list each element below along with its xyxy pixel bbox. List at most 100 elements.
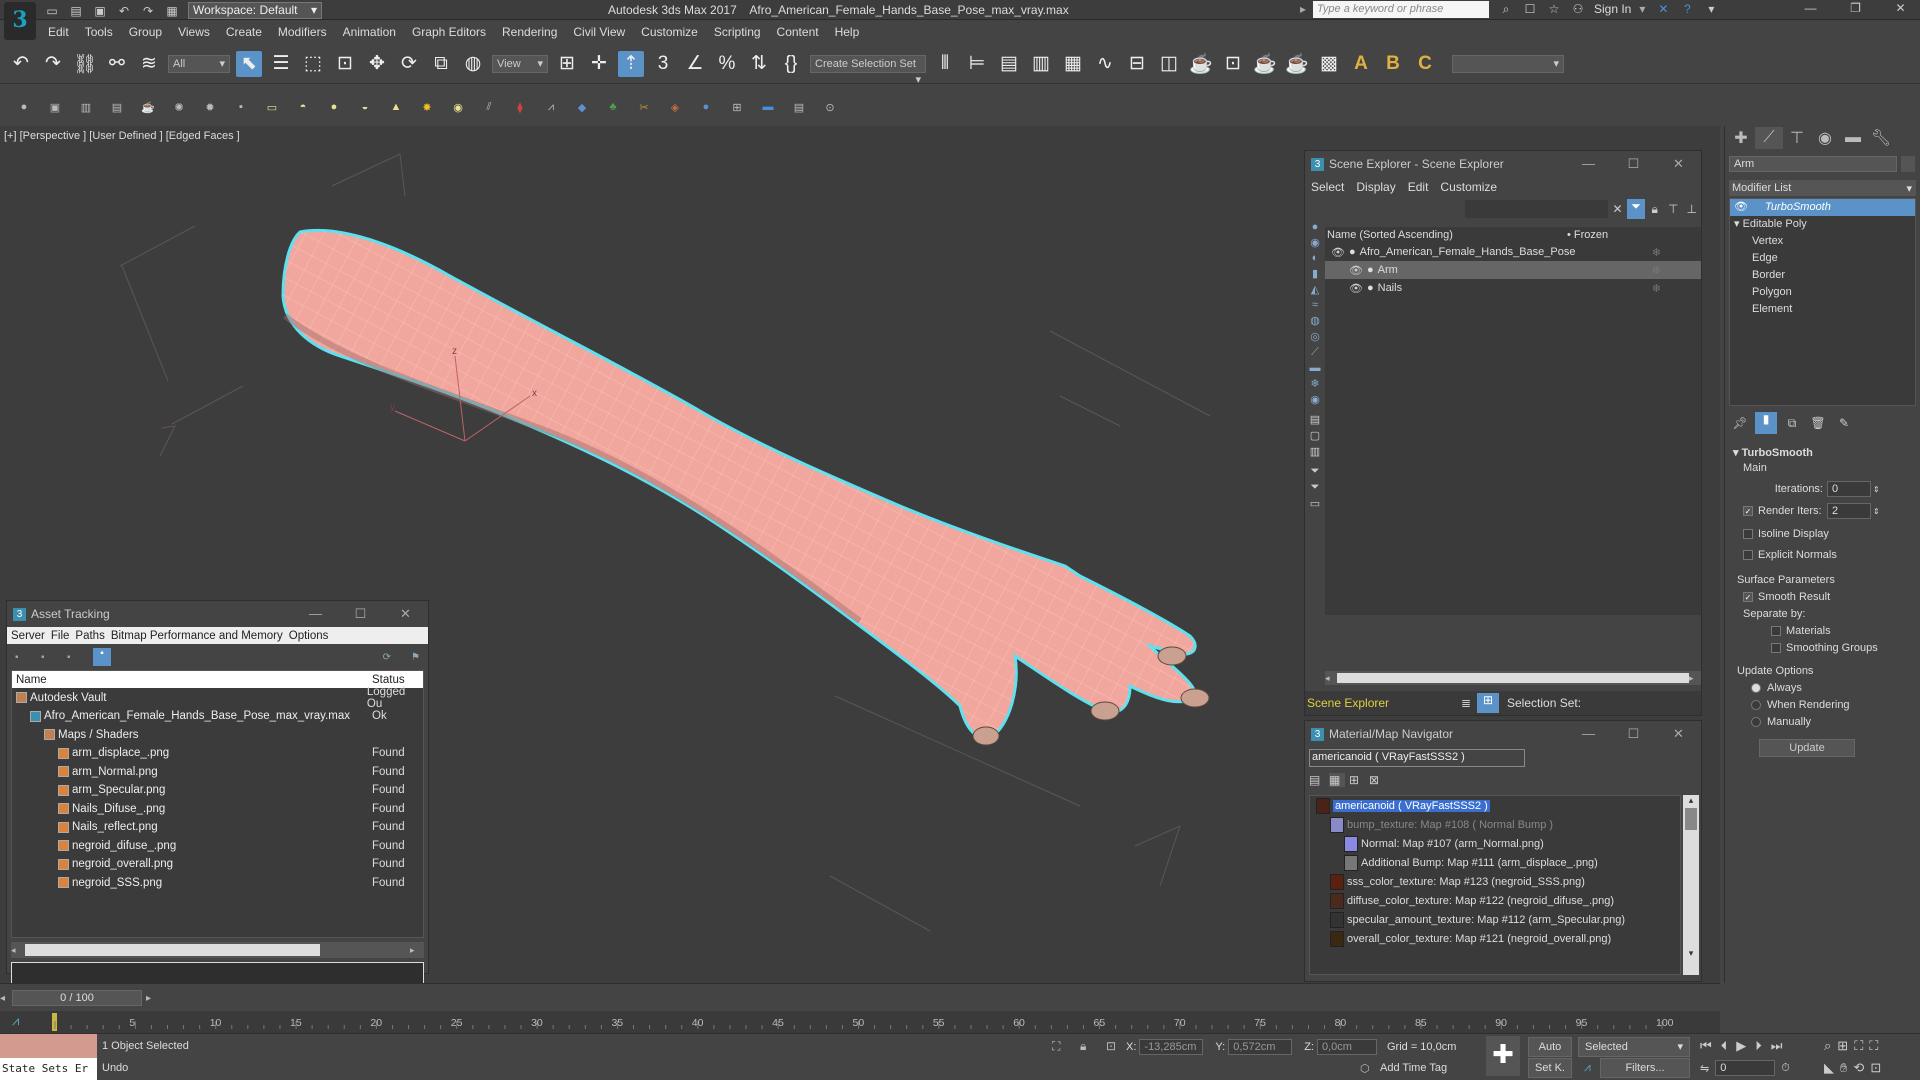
set-key-button[interactable]: Set K. bbox=[1528, 1058, 1572, 1078]
material-item[interactable]: specular_amount_texture: Map #112 (arm_S… bbox=[1310, 910, 1680, 929]
restore-icon[interactable]: ❐ bbox=[1833, 1, 1878, 15]
minimize-icon[interactable]: — bbox=[1566, 156, 1611, 172]
undo-icon[interactable]: ↶ bbox=[116, 4, 132, 18]
search-input[interactable]: Type a keyword or phrase bbox=[1313, 1, 1489, 18]
filter-frozen-icon[interactable]: ❄ bbox=[1310, 377, 1319, 390]
vray-fur-icon[interactable]: ⫽ bbox=[479, 97, 499, 117]
place-icon[interactable]: ◍ bbox=[460, 51, 486, 77]
vray-sun-light-icon[interactable]: ✸ bbox=[417, 97, 437, 117]
zoom-icon[interactable]: ⌕ bbox=[1824, 1038, 1831, 1054]
selection-set-icon[interactable]: ⊞ bbox=[1477, 693, 1499, 713]
angle-snap-icon[interactable]: ∠ bbox=[682, 51, 708, 77]
vray-proxy-icon[interactable]: ⧫ bbox=[510, 97, 530, 117]
pin-stack-icon[interactable]: 📌︎ bbox=[1729, 416, 1751, 430]
sign-in-link[interactable]: Sign In bbox=[1594, 2, 1631, 16]
hierarchy-tab-icon[interactable]: ⊤ bbox=[1783, 127, 1811, 149]
absolute-mode-icon[interactable]: ⊡ bbox=[1106, 1039, 1116, 1053]
spinner-arrows-icon[interactable]: ⇕ bbox=[1873, 485, 1880, 494]
vray-vfb-icon[interactable]: ▥ bbox=[76, 97, 96, 117]
set-key-icon[interactable]: ✚ bbox=[1486, 1036, 1520, 1076]
sort-icon[interactable]: ⊥ bbox=[1682, 202, 1701, 216]
vray-mesh-export-icon[interactable]: ◈ bbox=[665, 97, 685, 117]
time-slider-control[interactable]: ◂ 0 / 100 ▸ bbox=[0, 990, 158, 1006]
vray-help-icon[interactable]: ⊙ bbox=[820, 97, 840, 117]
y-coordinate-field[interactable]: 0,572cm bbox=[1228, 1039, 1293, 1055]
visibility-eye-icon[interactable]: 👁︎ bbox=[1349, 282, 1363, 295]
vray-sphere-light-icon[interactable]: ◓ bbox=[293, 97, 313, 117]
object-name-input[interactable]: Arm bbox=[1729, 156, 1897, 172]
menu-modifiers[interactable]: Modifiers bbox=[278, 25, 327, 39]
modifier-stack-item[interactable]: Border bbox=[1730, 267, 1915, 284]
rendered-frame-window-icon[interactable]: ⊡ bbox=[1220, 51, 1246, 77]
modify-tab-icon[interactable]: ⟋ bbox=[1755, 127, 1783, 149]
material-item[interactable]: sss_color_texture: Map #123 (negroid_SSS… bbox=[1310, 872, 1680, 891]
previous-frame-icon[interactable]: ⏴ bbox=[1721, 1038, 1728, 1054]
go-to-end-icon[interactable]: ⏭ bbox=[1771, 1038, 1783, 1054]
column-frozen[interactable]: • Frozen bbox=[1567, 229, 1608, 241]
smoothing-groups-checkbox[interactable] bbox=[1771, 643, 1781, 654]
material-navigator-titlebar[interactable]: 3 Material/Map Navigator — ☐ ✕ bbox=[1305, 721, 1701, 747]
zoom-extents-all-icon[interactable]: ⛶ bbox=[1869, 1038, 1878, 1054]
scroll-thumb[interactable] bbox=[1685, 808, 1697, 830]
time-config-icon[interactable]: ⏱ bbox=[1781, 1062, 1790, 1075]
menu-graph-editors[interactable]: Graph Editors bbox=[412, 25, 486, 39]
toggle-layer-explorer-icon[interactable]: ▥ bbox=[1028, 51, 1054, 77]
display-tab-icon[interactable]: ▬ bbox=[1839, 127, 1867, 149]
material-editor-icon[interactable]: ◫ bbox=[1156, 51, 1182, 77]
play-icon[interactable]: ▶ bbox=[1736, 1038, 1746, 1054]
align-icon[interactable]: ⊨ bbox=[964, 51, 990, 77]
text-a-icon[interactable]: A bbox=[1348, 51, 1374, 77]
vray-clipper-icon[interactable]: ✂ bbox=[634, 97, 654, 117]
menu-views[interactable]: Views bbox=[178, 25, 210, 39]
modifier-stack-item[interactable]: 👁︎ TurboSmooth bbox=[1730, 199, 1915, 216]
menu-file[interactable]: File bbox=[51, 630, 70, 642]
render-production-icon[interactable]: ☕ bbox=[1252, 51, 1278, 77]
asset-path-field[interactable] bbox=[11, 962, 424, 984]
render-setup-icon[interactable]: ☕ bbox=[1188, 51, 1214, 77]
vray-teapot-icon[interactable]: ☕ bbox=[138, 97, 158, 117]
vray-ambient-light-icon[interactable]: ◉ bbox=[448, 97, 468, 117]
text-b-icon[interactable]: B bbox=[1380, 51, 1406, 77]
spinner-arrows-icon[interactable]: ⇕ bbox=[1873, 507, 1880, 516]
viewport-label[interactable]: [+] [Perspective ] [User Defined ] [Edge… bbox=[4, 130, 240, 142]
rollout-title[interactable]: ▾ TurboSmooth bbox=[1733, 446, 1916, 462]
hierarchy-icon[interactable]: ⊤ bbox=[1664, 202, 1683, 216]
scroll-left-icon[interactable]: ◂ bbox=[1325, 673, 1337, 684]
key-filters-icon[interactable]: ⩘ bbox=[1584, 1060, 1591, 1075]
help-dropdown-icon[interactable]: ▾ bbox=[1703, 2, 1719, 16]
menu-arrow-icon[interactable]: ▸ bbox=[1300, 2, 1306, 16]
menu-options[interactable]: Options bbox=[289, 630, 329, 642]
maximize-icon[interactable]: ☐ bbox=[338, 606, 383, 622]
vray-lightmtl-icon[interactable]: ▪ bbox=[231, 97, 251, 117]
asset-row[interactable]: Afro_American_Female_Hands_Base_Pose_max… bbox=[12, 708, 423, 726]
auto-key-button[interactable]: Auto bbox=[1528, 1037, 1572, 1057]
asset-row[interactable]: negroid_difuse_.png Found bbox=[12, 837, 423, 856]
reference-coordinate-dropdown[interactable]: View ▾ bbox=[492, 54, 548, 73]
toggle-ribbon-icon[interactable]: ▦ bbox=[1060, 51, 1086, 77]
pivot-center-icon[interactable]: ⊞ bbox=[554, 51, 580, 77]
menu-paths[interactable]: Paths bbox=[75, 630, 104, 642]
render-iters-spinner[interactable]: 2 bbox=[1827, 503, 1871, 519]
vray-sun-icon[interactable]: ✺ bbox=[169, 97, 189, 117]
asset-row[interactable]: arm_Specular.png Found bbox=[12, 782, 423, 800]
minimize-icon[interactable]: — bbox=[1788, 1, 1833, 15]
selected-dropdown[interactable]: Selected ▾ bbox=[1578, 1037, 1690, 1057]
view-list-icons-icon[interactable]: ▦ bbox=[1329, 773, 1345, 787]
utilities-tab-icon[interactable]: 🔧︎ bbox=[1867, 127, 1895, 149]
bind-space-warp-icon[interactable]: ≋ bbox=[136, 51, 162, 77]
modifier-stack-item[interactable]: Vertex bbox=[1730, 233, 1915, 250]
zoom-all-icon[interactable]: ⊞ bbox=[1837, 1038, 1848, 1054]
make-unique-icon[interactable]: ⧉ bbox=[1781, 416, 1803, 431]
calendar-icon[interactable]: ▭ bbox=[1310, 497, 1320, 510]
scene-explorer-titlebar[interactable]: 3 Scene Explorer - Scene Explorer — ☐ ✕ bbox=[1305, 151, 1701, 177]
menu-display[interactable]: Display bbox=[1356, 180, 1395, 194]
create-selection-set-dropdown[interactable]: Create Selection Set ▾ bbox=[810, 54, 926, 86]
filter-lights-icon[interactable]: ◐ bbox=[1312, 252, 1319, 264]
material-name-field[interactable]: americanoid ( VRayFastSSS2 ) bbox=[1309, 749, 1525, 767]
vray-info-icon[interactable]: ▬ bbox=[758, 97, 778, 117]
selection-filter-dropdown[interactable]: All ▾ bbox=[168, 54, 230, 73]
isolate-selection-icon[interactable]: ⛶ bbox=[1052, 1039, 1060, 1054]
redo-icon[interactable]: ↷ bbox=[40, 51, 66, 77]
filter-groups-icon[interactable]: ◍ bbox=[1310, 314, 1320, 327]
vray-plant-icon[interactable]: ♣ bbox=[603, 97, 623, 117]
